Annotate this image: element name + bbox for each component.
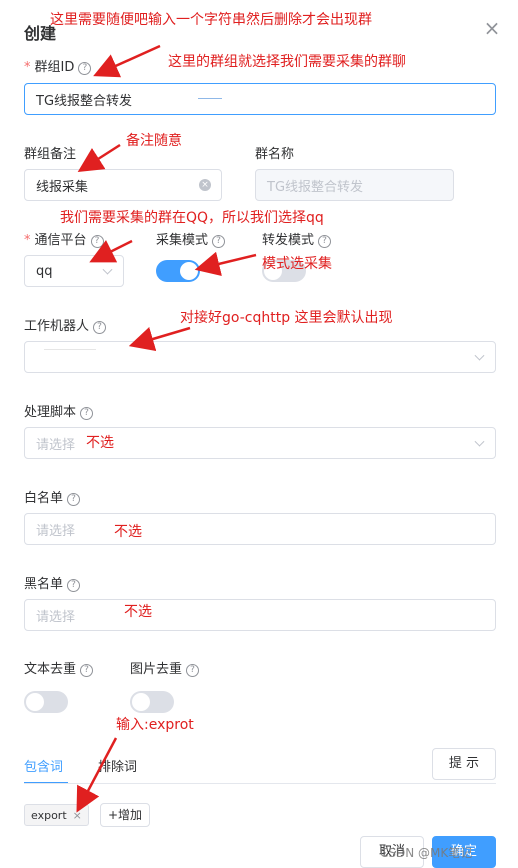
help-icon: ?: [93, 321, 107, 334]
annotation-arrow: [77, 143, 121, 173]
annotation-arrow: [93, 44, 161, 78]
annotation: 对接好go-cqhttp 这里会默认出现: [180, 310, 393, 326]
help-icon: ?: [67, 579, 81, 592]
help-icon: ?: [80, 407, 94, 420]
annotation: 这里需要随便吧输入一个字符串然后删除才会出现群: [50, 12, 372, 28]
annotation: 不选: [124, 604, 152, 620]
group-remark-label: 群组备注: [24, 147, 77, 162]
annotation-arrow: [194, 251, 257, 277]
group-remark-input[interactable]: 线报采集 ×: [24, 169, 222, 201]
group-name-input: TG线报整合转发: [255, 169, 454, 201]
robot-label: 工作机器人?: [24, 315, 107, 334]
annotation: 输入:exprot: [116, 717, 194, 733]
collect-mode-label: 采集模式?: [156, 229, 226, 248]
image-dedup-switch[interactable]: [130, 691, 174, 713]
group-id-label: * 群组ID?: [24, 56, 92, 75]
chevron-down-icon: [474, 436, 485, 447]
watermark: CSDN @MK笔记: [380, 846, 473, 860]
platform-select[interactable]: qq: [24, 255, 124, 287]
chevron-down-icon: [102, 264, 113, 275]
annotation: 这里的群组就选择我们需要采集的群聊: [168, 54, 406, 70]
help-icon: ?: [80, 664, 94, 677]
hint-button[interactable]: 提 示: [432, 748, 496, 780]
group-id-input[interactable]: TG线报整合转发: [24, 83, 496, 115]
script-label: 处理脚本?: [24, 401, 94, 420]
platform-label: * 通信平台?: [24, 229, 104, 248]
tab-include-words[interactable]: 包含词: [24, 756, 63, 775]
group-name-label: 群名称: [255, 147, 295, 162]
add-keyword-button[interactable]: +增加: [100, 803, 150, 827]
text-dedup-label: 文本去重?: [24, 658, 94, 677]
collect-mode-switch[interactable]: [156, 260, 200, 282]
help-icon: ?: [212, 235, 226, 248]
annotation: 模式选采集: [262, 256, 332, 272]
whitelist-select[interactable]: 请选择: [24, 513, 496, 545]
forward-mode-label: 转发模式?: [262, 229, 332, 248]
clear-icon[interactable]: ×: [199, 179, 211, 191]
annotation: 不选: [86, 435, 114, 451]
close-icon[interactable]: ×: [482, 18, 502, 38]
tabs-divider: [24, 783, 496, 784]
whitelist-label: 白名单?: [24, 487, 81, 506]
annotation: 不选: [114, 524, 142, 540]
blacklist-label: 黑名单?: [24, 573, 81, 592]
image-dedup-label: 图片去重?: [130, 658, 200, 677]
help-icon: ?: [318, 235, 332, 248]
help-icon: ?: [78, 62, 92, 75]
annotation: 我们需要采集的群在QQ，所以我们选择qq: [60, 210, 324, 226]
tab-exclude-words[interactable]: 排除词: [98, 756, 137, 775]
chevron-down-icon: [474, 350, 485, 361]
help-icon: ?: [186, 664, 200, 677]
robot-select[interactable]: [24, 341, 496, 373]
annotation: 备注随意: [126, 133, 182, 149]
text-dedup-switch[interactable]: [24, 691, 68, 713]
close-icon[interactable]: ×: [73, 809, 82, 822]
help-icon: ?: [67, 493, 81, 506]
help-icon: ?: [90, 235, 104, 248]
keyword-tag: export ×: [24, 804, 89, 826]
blacklist-select[interactable]: 请选择: [24, 599, 496, 631]
